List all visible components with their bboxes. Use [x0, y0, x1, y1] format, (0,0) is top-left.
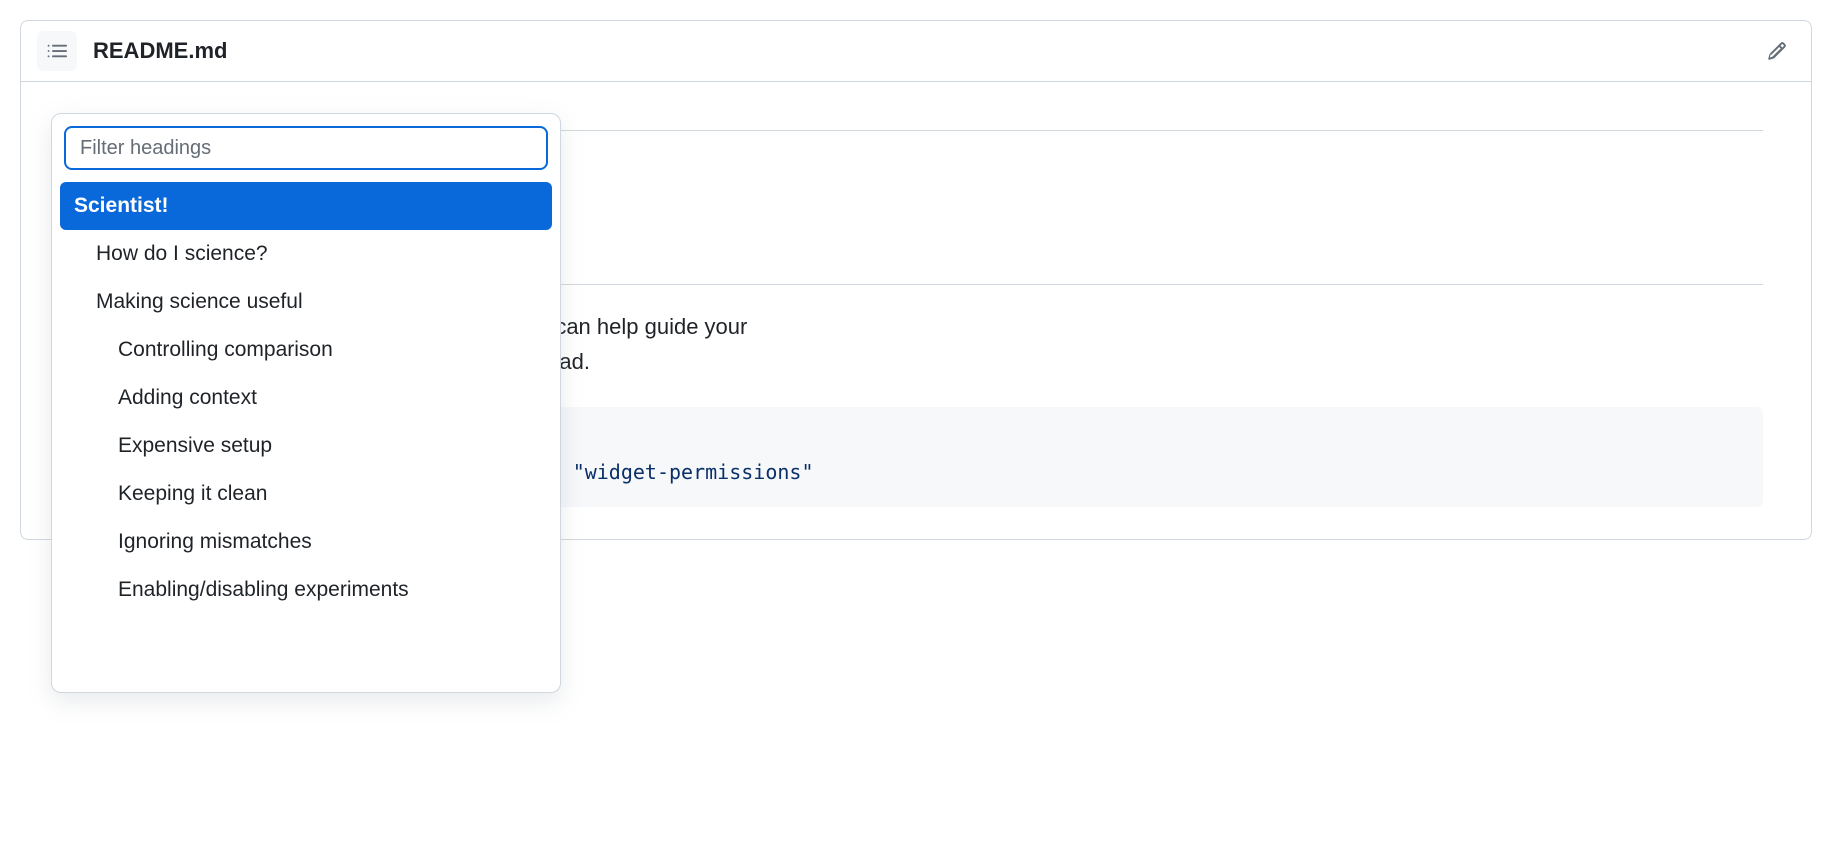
- toc-item[interactable]: Ignoring mismatches: [60, 518, 552, 566]
- toc-item[interactable]: Adding context: [60, 374, 552, 422]
- toc-toggle-button[interactable]: [37, 31, 77, 71]
- code-text: [561, 460, 573, 484]
- toc-list[interactable]: Scientist!How do I science?Making scienc…: [52, 182, 560, 692]
- edit-button[interactable]: [1759, 33, 1795, 69]
- toc-item[interactable]: Scientist!: [60, 182, 552, 230]
- toc-item[interactable]: Controlling comparison: [60, 326, 552, 374]
- toc-popup: Scientist!How do I science?Making scienc…: [51, 113, 561, 693]
- file-header-left: README.md: [37, 31, 227, 71]
- toc-item[interactable]: Keeping it clean: [60, 470, 552, 518]
- toc-item[interactable]: Expensive setup: [60, 422, 552, 470]
- readme-container: README.md critical paths. CI passing: [20, 20, 1812, 540]
- toc-filter-wrapper: [52, 114, 560, 182]
- code-string: "widget-permissions": [573, 460, 814, 484]
- toc-filter-input[interactable]: [64, 126, 548, 170]
- toc-item[interactable]: How do I science?: [60, 230, 552, 278]
- toc-item[interactable]: Enabling/disabling experiments: [60, 566, 552, 614]
- file-name: README.md: [93, 38, 227, 64]
- file-header: README.md: [21, 21, 1811, 82]
- toc-item[interactable]: Making science useful: [60, 278, 552, 326]
- list-icon: [47, 41, 67, 61]
- pencil-icon: [1767, 41, 1787, 61]
